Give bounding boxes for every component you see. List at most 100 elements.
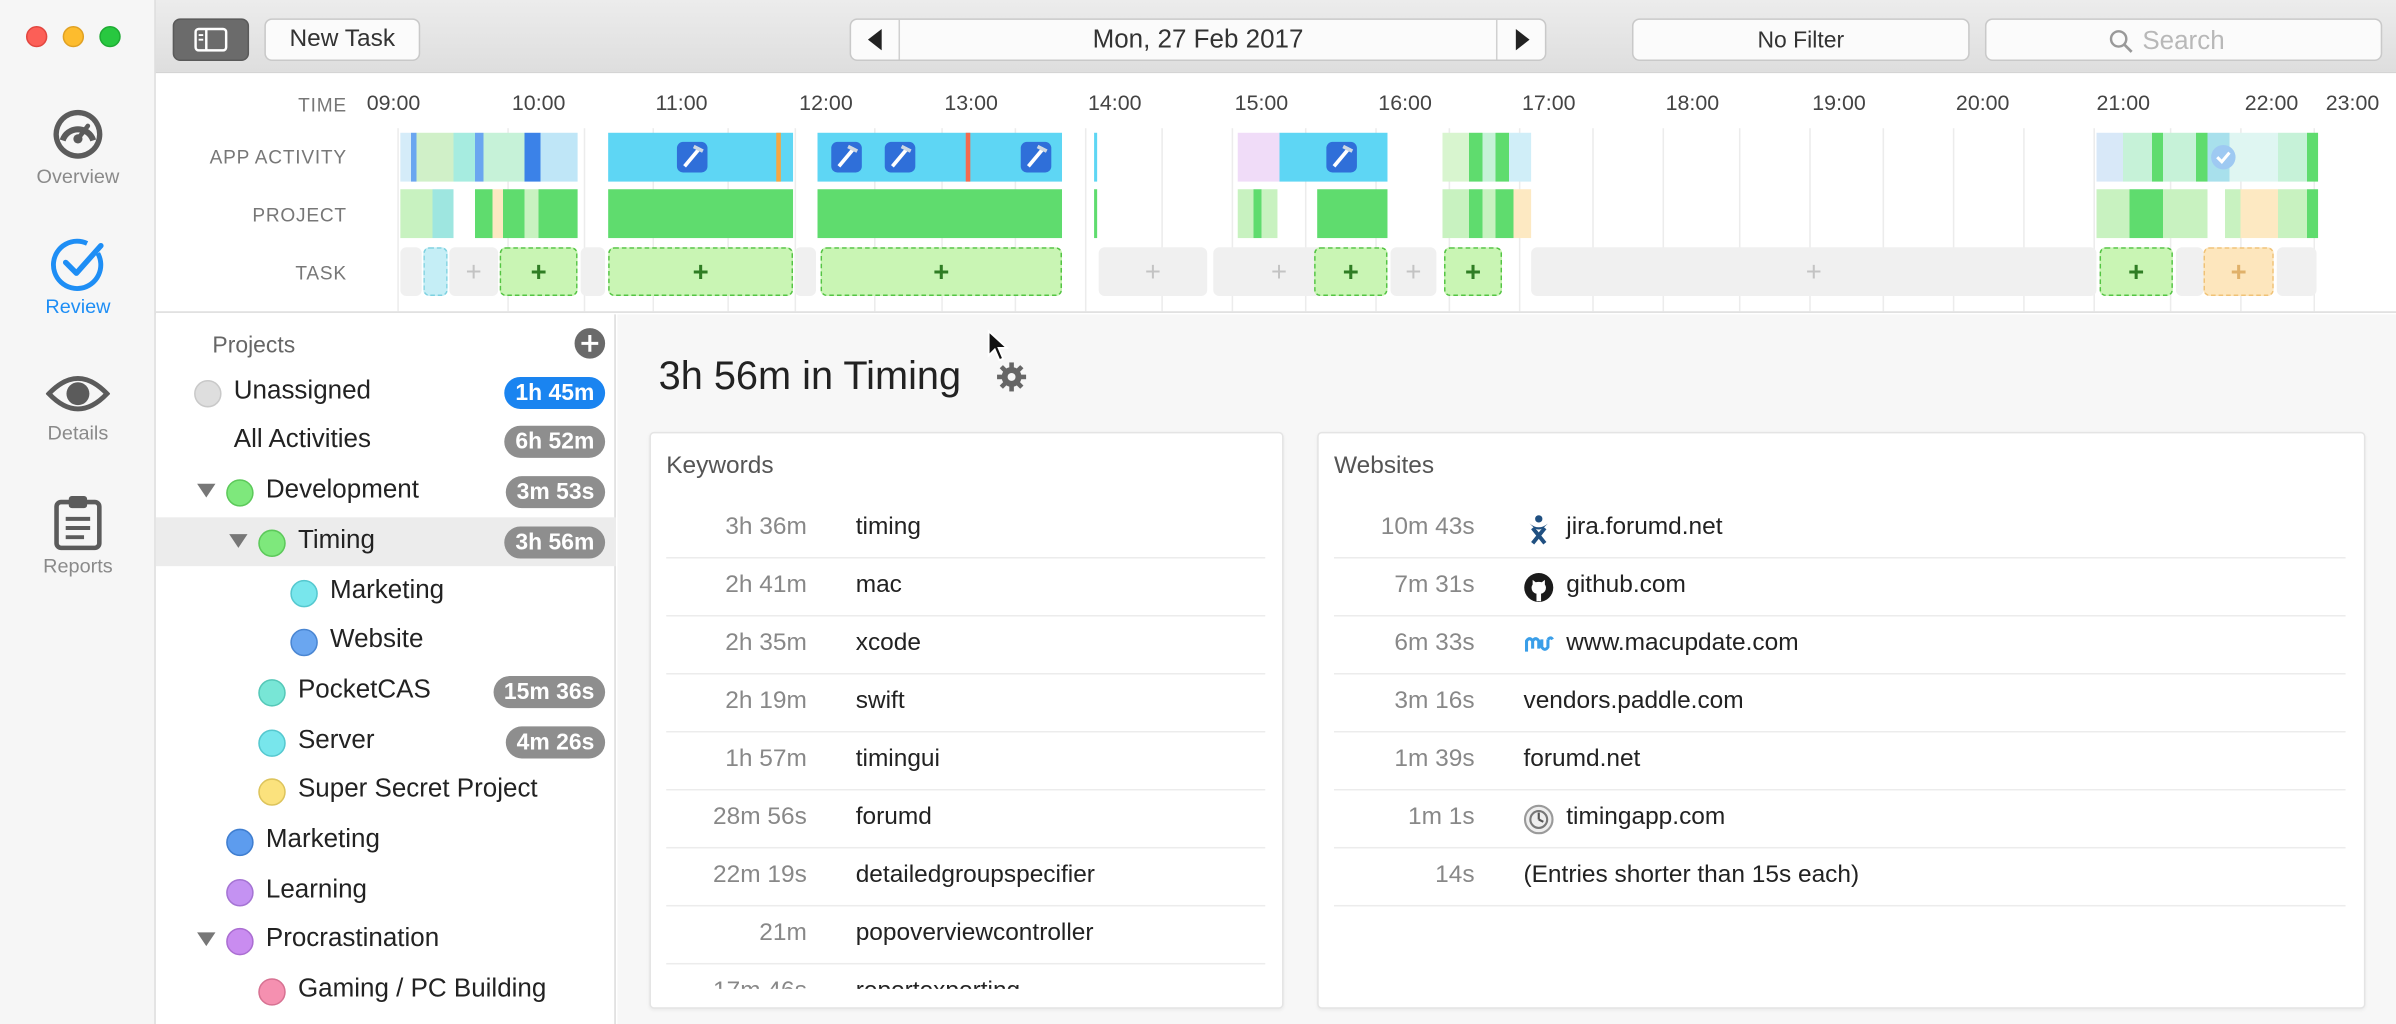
task-slot-empty[interactable] (400, 247, 422, 297)
add-task-button[interactable]: + (449, 247, 499, 297)
website-duration: 3m 16s (1394, 688, 1475, 715)
project-block[interactable] (2096, 189, 2319, 239)
activity-block[interactable] (400, 132, 578, 182)
hour-tick-label: 14:00 (1087, 90, 1142, 115)
project-block-timing[interactable] (817, 189, 1063, 239)
website-row[interactable]: 7m 31s github.com (1333, 559, 2346, 617)
keyword-row[interactable]: 22m 19s detailedgroupspecifier (666, 849, 1266, 907)
filter-dropdown[interactable]: No Filter (1631, 18, 1970, 62)
website-row[interactable]: 6m 33s www.macupdate.com (1333, 617, 2346, 675)
nav-reports[interactable]: Reports (0, 493, 156, 577)
add-task-button[interactable]: + (820, 247, 1063, 297)
project-name: Marketing (265, 824, 380, 854)
keyword-row[interactable]: 28m 56s forumd (666, 791, 1266, 849)
project-procrastination[interactable]: Procrastination (156, 916, 616, 965)
project-super-secret[interactable]: Super Secret Project (156, 766, 616, 815)
project-gaming[interactable]: Gaming / PC Building (156, 966, 616, 1015)
zoom-window-button[interactable] (99, 25, 121, 48)
previous-day-button[interactable] (851, 19, 901, 60)
project-all-activities[interactable]: All Activities 6h 52m (156, 417, 616, 466)
website-row[interactable]: 14s (Entries shorter than 15s each) (1333, 849, 2346, 907)
project-block-timing[interactable] (608, 189, 794, 239)
website-row[interactable]: 1m 1s timingapp.com (1333, 791, 2346, 849)
keyword-row[interactable]: 2h 41m mac (666, 559, 1266, 617)
search-field[interactable]: Search (1984, 18, 2383, 62)
project-learning[interactable]: Learning (156, 867, 616, 916)
add-task-button[interactable]: + (1314, 247, 1388, 297)
keyword-row[interactable]: 1h 57m timingui (666, 733, 1266, 791)
next-day-button[interactable] (1495, 19, 1545, 60)
project-block[interactable] (400, 189, 578, 239)
keyword-row[interactable]: 17m 46s reportexporting (666, 964, 1265, 989)
project-block[interactable] (1317, 189, 1388, 239)
task-slot-cyan[interactable] (423, 247, 448, 297)
project-marketing-sub[interactable]: Marketing (156, 568, 616, 617)
activity-block[interactable] (1442, 132, 1532, 182)
current-date[interactable]: Mon, 27 Feb 2017 (1093, 24, 1304, 55)
add-project-button[interactable] (573, 327, 607, 361)
websites-title: Websites (1333, 453, 1435, 480)
website-name: forumd.net (1523, 746, 1641, 773)
nav-overview[interactable]: Overview (0, 107, 156, 188)
add-task-button[interactable]: + (1531, 247, 2097, 297)
project-name: PocketCAS (297, 674, 431, 704)
xcode-icon (1020, 141, 1052, 173)
disclosure-triangle-icon[interactable] (197, 932, 216, 947)
project-block[interactable] (1442, 189, 1532, 239)
nav-overview-label: Overview (36, 164, 120, 188)
project-marketing[interactable]: Marketing (156, 816, 616, 865)
task-slot-empty[interactable] (580, 247, 606, 297)
new-task-button[interactable]: New Task (264, 18, 421, 62)
duration-badge: 15m 36s (493, 676, 606, 709)
project-website[interactable]: Website (156, 617, 616, 666)
timeline-gridline (1084, 128, 1087, 312)
add-task-button[interactable]: + (1098, 247, 1208, 297)
project-timing-selected[interactable]: Timing 3h 56m (155, 517, 616, 567)
task-slot-empty[interactable] (794, 247, 816, 297)
add-task-button[interactable]: + (2099, 247, 2173, 297)
project-pocketcas[interactable]: PocketCAS 15m 36s (156, 667, 616, 716)
add-task-button[interactable]: + (1390, 247, 1437, 297)
projects-header: Projects (212, 332, 296, 359)
activity-block[interactable] (2096, 132, 2319, 182)
keyword-duration: 28m 56s (713, 804, 807, 831)
add-task-button[interactable]: + (2203, 247, 2274, 297)
disclosure-triangle-icon[interactable] (229, 534, 248, 548)
website-row[interactable]: 10m 43s jira.forumd.net (1333, 501, 2346, 559)
project-tick (1094, 189, 1098, 239)
project-server[interactable]: Server 4m 26s (156, 717, 616, 766)
hour-tick-label: 12:00 (799, 90, 853, 115)
add-task-button[interactable]: + (1444, 247, 1503, 297)
nav-details[interactable]: Details (0, 369, 156, 444)
website-row[interactable]: 3m 16s vendors.paddle.com (1333, 675, 2346, 733)
project-name: Super Secret Project (297, 773, 538, 803)
search-icon (2109, 30, 2133, 53)
keyword-row[interactable]: 21m popoverviewcontroller (666, 906, 1266, 965)
project-block[interactable] (1237, 189, 1278, 239)
project-unassigned[interactable]: Unassigned 1h 45m (156, 368, 616, 417)
keyword-text: mac (855, 572, 902, 599)
keyword-text: timingui (855, 746, 940, 773)
minimize-window-button[interactable] (62, 25, 85, 48)
task-slot-empty[interactable] (2175, 247, 2204, 297)
speedometer-icon (53, 109, 103, 159)
hour-tick-label: 15:00 (1234, 90, 1289, 115)
task-slot-empty[interactable] (2276, 247, 2317, 297)
hour-tick-label: 16:00 (1378, 90, 1432, 115)
disclosure-triangle-icon[interactable] (197, 483, 216, 498)
keywords-list[interactable]: 3h 36m timing 2h 41m mac 2h 35m xcode 2h… (651, 501, 1282, 989)
add-task-button[interactable]: + (608, 247, 794, 297)
toggle-sidebar-button[interactable] (172, 18, 250, 62)
gear-icon[interactable] (996, 362, 1027, 393)
activity-block[interactable] (1237, 132, 1388, 182)
add-task-button[interactable]: + (499, 247, 578, 297)
websites-list[interactable]: 10m 43s jira.forumd.net 7m 31s github.co… (1319, 501, 2364, 1005)
nav-review[interactable]: Review (0, 237, 156, 317)
keyword-row[interactable]: 2h 19m swift (666, 675, 1266, 733)
project-development[interactable]: Development 3m 53s (156, 467, 616, 516)
keyword-duration: 1h 57m (725, 746, 807, 773)
website-row[interactable]: 1m 39s forumd.net (1333, 733, 2346, 791)
close-window-button[interactable] (25, 25, 48, 48)
keyword-row[interactable]: 3h 36m timing (666, 501, 1266, 559)
keyword-row[interactable]: 2h 35m xcode (666, 617, 1266, 675)
